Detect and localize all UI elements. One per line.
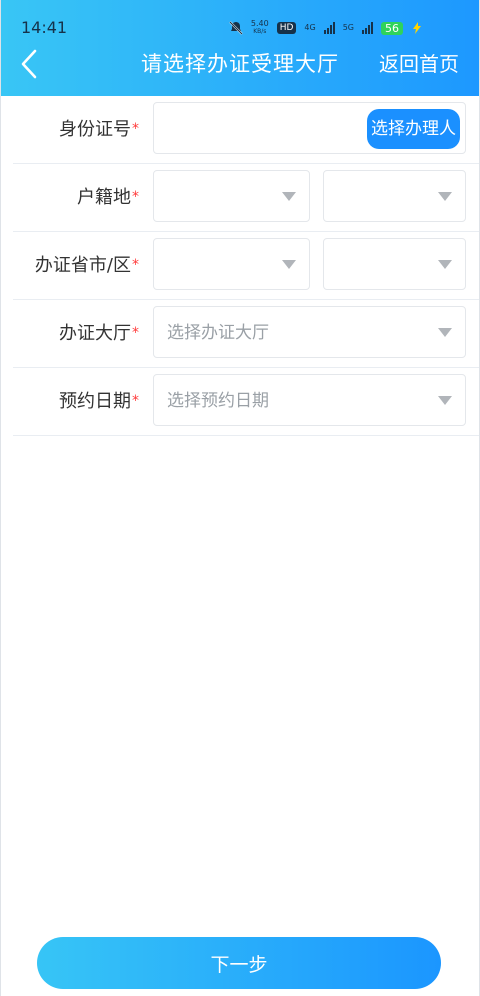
label-id-number: 身份证号* [59, 119, 139, 140]
battery-icon: 56 [381, 21, 403, 35]
signal-5g-icon [362, 22, 373, 34]
choose-applicant-button[interactable]: 选择办理人 [367, 109, 460, 149]
dropdown-triangle-icon [438, 192, 452, 201]
status-bar: 14:41 5.40 KB/s HD 4G 5G 56 [1, 0, 479, 50]
required-mark: * [132, 257, 139, 273]
dropdown-triangle-icon [282, 192, 296, 201]
date-select[interactable]: 选择预约日期 [153, 374, 466, 426]
hall-placeholder: 选择办证大厅 [167, 323, 269, 343]
household-province-select[interactable] [153, 170, 310, 222]
home-link[interactable]: 返回首页 [379, 51, 459, 77]
next-step-button[interactable]: 下一步 [37, 937, 441, 989]
label-household: 户籍地* [77, 187, 139, 208]
appointment-form: 身份证号* 选择办理人 户籍地* 办证省市/区* 办证大厅* 选择办证大厅 预约… [1, 96, 479, 436]
row-household: 户籍地* [13, 164, 479, 232]
required-mark: * [132, 325, 139, 341]
label-date: 预约日期* [59, 391, 139, 412]
status-icons: 5.40 KB/s HD 4G 5G 56 [229, 19, 423, 37]
signal-5g-label: 5G [342, 23, 354, 32]
row-city-district: 办证省市/区* [13, 232, 479, 300]
id-number-field: 选择办理人 [153, 102, 466, 154]
header: 14:41 5.40 KB/s HD 4G 5G 56 请选择办证受理大厅 返回… [1, 0, 479, 96]
network-speed-value: 5.40 [250, 19, 269, 28]
date-placeholder: 选择预约日期 [167, 391, 269, 411]
status-time: 14:41 [21, 18, 68, 37]
office-city-select[interactable] [153, 238, 310, 290]
required-mark: * [132, 393, 139, 409]
dropdown-triangle-icon [438, 260, 452, 269]
signal-4g-icon [323, 22, 335, 34]
hd-badge: HD [276, 22, 297, 34]
hall-select[interactable]: 选择办证大厅 [153, 306, 466, 358]
charging-icon [413, 22, 421, 34]
nav-bar: 请选择办证受理大厅 返回首页 [1, 44, 479, 84]
household-city-select[interactable] [323, 170, 466, 222]
required-mark: * [132, 121, 139, 137]
row-id-number: 身份证号* 选择办理人 [13, 96, 479, 164]
app-screen: 14:41 5.40 KB/s HD 4G 5G 56 请选择办证受理大厅 返回… [0, 0, 480, 996]
row-hall: 办证大厅* 选择办证大厅 [13, 300, 479, 368]
mute-bell-icon [229, 21, 243, 35]
dropdown-triangle-icon [438, 328, 452, 337]
row-date: 预约日期* 选择预约日期 [13, 368, 479, 436]
label-city-district: 办证省市/区* [34, 255, 139, 276]
dropdown-triangle-icon [438, 396, 452, 405]
id-number-input[interactable] [154, 103, 354, 153]
required-mark: * [132, 189, 139, 205]
network-speed-unit: KB/s [253, 28, 267, 35]
network-speed: 5.40 KB/s [251, 20, 269, 36]
label-hall: 办证大厅* [59, 323, 139, 344]
dropdown-triangle-icon [282, 260, 296, 269]
office-district-select[interactable] [323, 238, 466, 290]
signal-4g-label: 4G [304, 23, 316, 32]
